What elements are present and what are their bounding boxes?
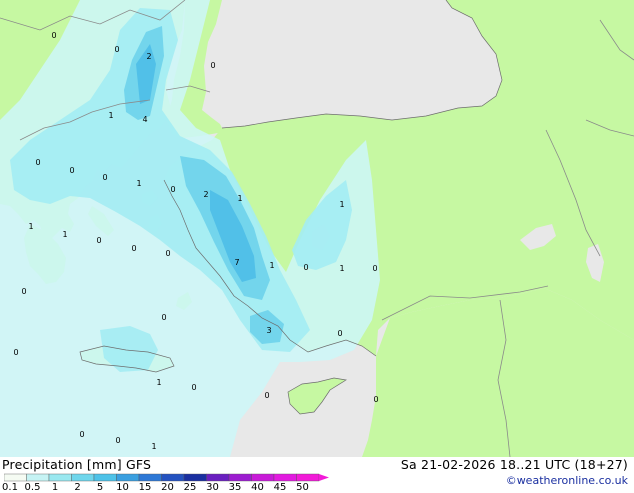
- color-scale-segment: [116, 473, 140, 482]
- precip-value-label: 0: [303, 263, 308, 272]
- precip-value-label: 0: [210, 61, 215, 70]
- precip-value-label: 1: [269, 261, 274, 270]
- color-scale-tick-label: 5: [96, 482, 104, 493]
- precip-value-label: 0: [264, 391, 269, 400]
- color-scale-tick-label: 40: [251, 482, 264, 493]
- precip-value-label: 0: [373, 395, 378, 404]
- color-scale-segment: [183, 473, 207, 482]
- color-scale-tick-label: 0.5: [24, 482, 41, 493]
- color-scale-tick-label: 30: [206, 482, 219, 493]
- color-scale-tick-label: 10: [116, 482, 129, 493]
- color-scale-tick-label: 25: [183, 482, 197, 493]
- precip-value-label: 0: [161, 313, 166, 322]
- precip-value-label: 4: [142, 115, 147, 124]
- precip-value-label: 1: [28, 222, 33, 231]
- precip-value-label: 0: [51, 31, 56, 40]
- color-scale-segment: [4, 473, 27, 482]
- precip-value-label: 1: [151, 442, 156, 451]
- valid-datetime: Sa 21-02-2026 18..21 UTC (18+27): [400, 457, 628, 472]
- color-scale-segment: [138, 473, 162, 482]
- precip-value-label: 3: [266, 326, 271, 335]
- model-name: GFS: [126, 457, 152, 472]
- precip-value-label: 0: [96, 236, 101, 245]
- precip-value-label: 0: [165, 249, 170, 258]
- color-scale-tick-label: 15: [138, 482, 152, 493]
- precip-value-label: 2: [146, 52, 151, 61]
- color-scale-segment: [93, 473, 117, 482]
- color-scale-segment: [26, 473, 50, 482]
- precip-value-label: 1: [339, 200, 344, 209]
- color-scale-segment: [161, 473, 185, 482]
- color-scale-tick-label: 45: [273, 482, 287, 493]
- color-scale-tick-label: 35: [228, 482, 242, 493]
- precip-value-label: 0: [102, 173, 107, 182]
- precip-value-label: 1: [156, 378, 161, 387]
- precip-value-label: 1: [339, 264, 344, 273]
- color-scale-segment: [206, 473, 230, 482]
- map-canvas: 0 0 2 0 1 4 0 0 0 1 0 2 1 1 1 1 0 0 0 7 1 0 1 0 0 0 3 0 0 1 0 0 0 0 0 1: [0, 0, 634, 457]
- color-scale-tick-label: 0.1: [2, 482, 18, 493]
- precip-value-label: 1: [237, 194, 242, 203]
- precip-value-label: 1: [62, 230, 67, 239]
- product-name: Precipitation [mm]: [2, 457, 122, 472]
- precip-value-label: 0: [191, 383, 196, 392]
- product-title: Precipitation [mm] GFS: [2, 457, 151, 472]
- precip-value-label: 0: [114, 45, 119, 54]
- precip-value-label: 0: [372, 264, 377, 273]
- footer: Precipitation [mm] GFS Sa 21-02-2026 18.…: [0, 457, 634, 493]
- precip-value-label: 1: [136, 179, 141, 188]
- precip-value-label: 0: [13, 348, 18, 357]
- precip-value-label: 0: [170, 185, 175, 194]
- precip-value-label: 0: [131, 244, 136, 253]
- color-scale-segment: [48, 473, 72, 482]
- color-scale-arrow: [319, 474, 329, 481]
- precip-value-label: 0: [69, 166, 74, 175]
- weather-map: 0 0 2 0 1 4 0 0 0 1 0 2 1 1 1 1 0 0 0 7 1 0 1 0 0 0 3 0 0 1 0 0 0 0 0 1: [0, 0, 634, 457]
- color-scale-tick-label: 20: [161, 482, 174, 493]
- precip-value-label: 0: [21, 287, 26, 296]
- color-scale-tick-label: 50: [296, 482, 309, 493]
- precip-value-label: 1: [108, 111, 113, 120]
- color-scale-tick-label: 1: [51, 482, 59, 493]
- color-scale-segment: [71, 473, 95, 482]
- precip-value-label: 0: [337, 329, 342, 338]
- precip-value-label: 2: [203, 190, 208, 199]
- color-scale-segment: [228, 473, 252, 482]
- precip-value-label: 0: [115, 436, 120, 445]
- precip-value-label: 7: [234, 258, 239, 267]
- color-scale-legend: 0.1 0.5 1 2 5 10 15 20 25 30 35 40 45 50: [2, 473, 334, 493]
- site-credit[interactable]: ©weatheronline.co.uk: [506, 474, 628, 487]
- precip-value-label: 0: [35, 158, 40, 167]
- color-scale-segment: [251, 473, 275, 482]
- color-scale-segment: [273, 473, 297, 482]
- precip-value-label: 0: [79, 430, 84, 439]
- color-scale-tick-label: 2: [74, 482, 81, 493]
- color-scale-segment: [296, 473, 320, 482]
